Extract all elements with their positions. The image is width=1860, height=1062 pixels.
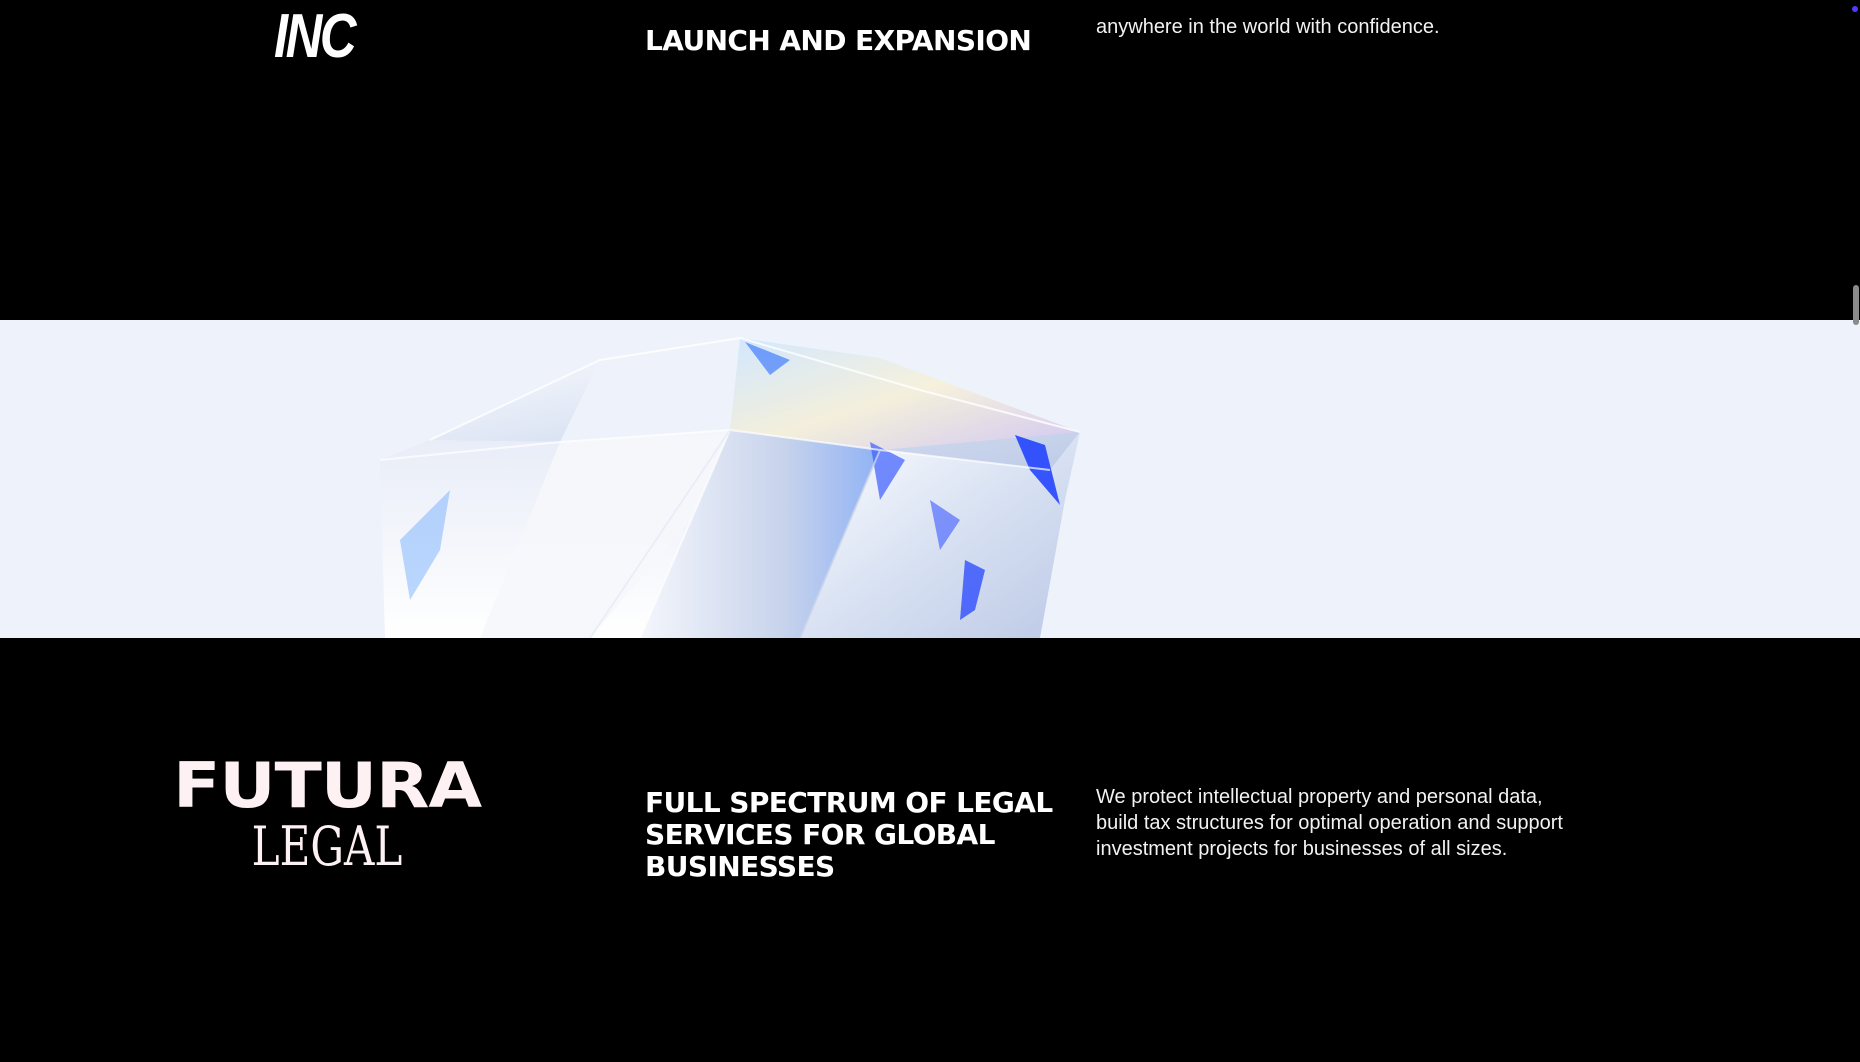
inc-description: anywhere in the world with confidence. [1096, 16, 1440, 38]
indicator-dot-icon [1852, 6, 1858, 12]
futura-description: We protect intellectual property and per… [1096, 786, 1563, 860]
inc-heading: LAUNCH AND EXPANSION [645, 24, 1032, 58]
scrollbar-thumb[interactable] [1853, 285, 1859, 325]
futura-heading: FULL SPECTRUM OF LEGAL SERVICES FOR GLOB… [645, 786, 1053, 884]
page-scrollbar[interactable] [1850, 0, 1860, 1062]
futura-legal-section: FUTURA LEGAL FULL SPECTRUM OF LEGAL SERV… [0, 638, 1860, 1062]
logo-futura-text: FUTURA [172, 749, 482, 822]
inc-logo: INC [274, 2, 357, 71]
crystal-illustration [379, 336, 1081, 638]
futura-legal-logo: FUTURA LEGAL [132, 755, 522, 878]
logo-legal-text: LEGAL [251, 815, 403, 878]
crystal-banner [0, 320, 1860, 638]
inc-section: INC LAUNCH AND EXPANSION anywhere in the… [0, 0, 1860, 320]
